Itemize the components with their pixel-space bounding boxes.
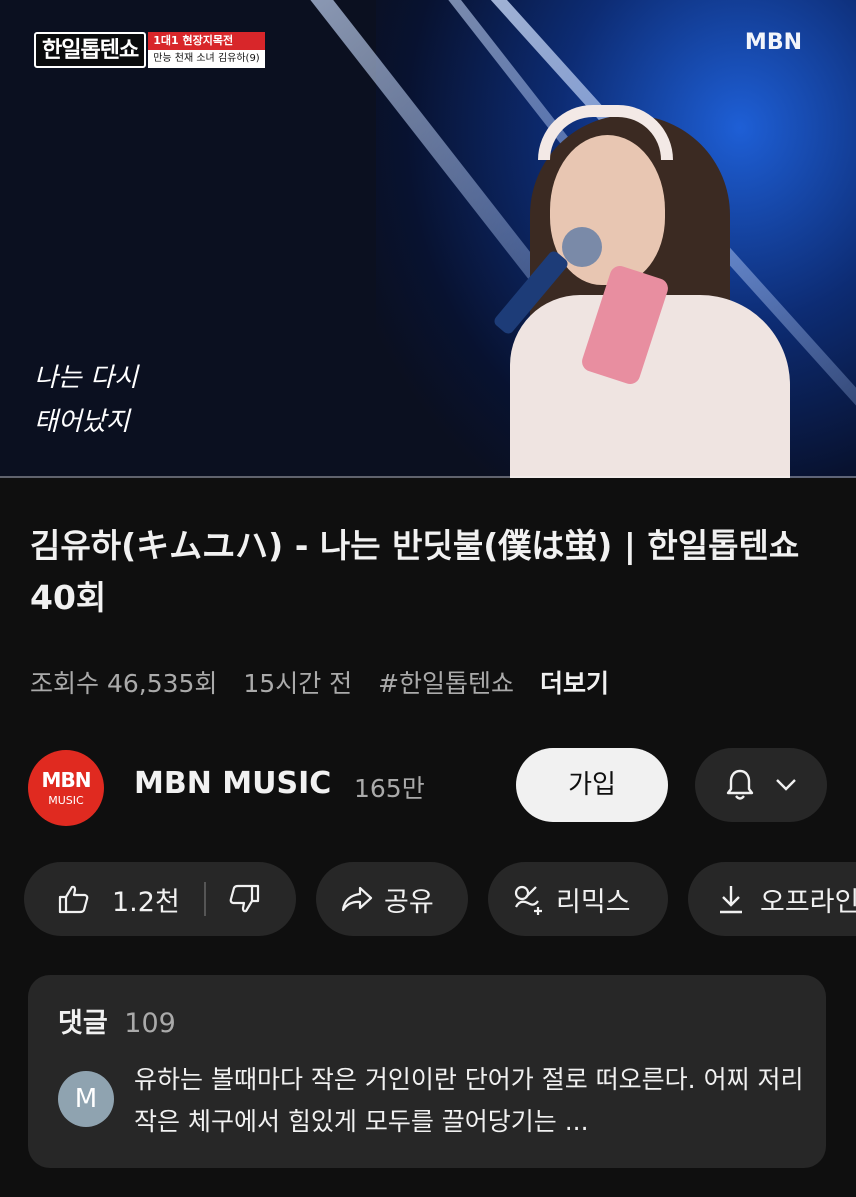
join-button[interactable]: 가입	[516, 748, 668, 822]
like-count[interactable]: 1.2천	[112, 880, 180, 919]
broadcaster-watermark: MBN	[744, 30, 802, 55]
video-meta[interactable]: 조회수 46,535회 15시간 전 #한일톱텐쇼 더보기	[30, 664, 627, 700]
channel-name[interactable]: MBN MUSIC	[134, 766, 331, 801]
subscriber-count: 165만	[354, 774, 425, 803]
share-icon	[341, 886, 373, 912]
offline-button[interactable]: 오프라인	[688, 862, 856, 936]
remix-button[interactable]: 리믹스	[488, 862, 668, 936]
hashtag-link[interactable]: #한일톱텐쇼	[378, 669, 514, 698]
lyric-line: 나는 다시	[34, 363, 138, 393]
divider	[203, 882, 206, 916]
more-button[interactable]: 더보기	[540, 669, 609, 698]
share-button[interactable]: 공유	[316, 862, 468, 936]
notification-button[interactable]	[695, 748, 827, 822]
comments-count: 109	[124, 1008, 176, 1039]
channel-avatar[interactable]: MBN MUSIC	[28, 750, 104, 826]
like-dislike-group: 1.2천	[24, 862, 296, 936]
remix-label: 리믹스	[556, 886, 631, 918]
thumbs-up-icon[interactable]	[58, 884, 90, 914]
download-icon	[720, 886, 742, 914]
thumbs-down-icon[interactable]	[228, 884, 260, 914]
show-logo: 한일톱텐쇼	[34, 32, 147, 68]
commenter-avatar: M	[58, 1071, 114, 1127]
comments-header: 댓글 109	[58, 1001, 176, 1040]
action-bar: 1.2천 공유 리믹스 오프라인	[24, 862, 856, 936]
view-count: 조회수 46,535회	[30, 669, 218, 698]
badge-top: 1대1 현장지목전	[148, 32, 265, 50]
avatar-logo-text: MBN	[41, 768, 92, 792]
lyrics-caption: 나는 다시 태어났지	[34, 356, 138, 444]
lyric-line: 태어났지	[34, 407, 130, 437]
top-comment-text: 유하는 볼때마다 작은 거인이란 단어가 절로 떠오른다. 어찌 저리 작은 체…	[134, 1065, 804, 1136]
show-logo-badge: 한일톱텐쇼 1대1 현장지목전 만능 천재 소녀 김유하(9)	[34, 32, 265, 68]
comments-label: 댓글	[58, 1008, 108, 1039]
upload-time: 15시간 전	[243, 669, 353, 698]
comments-card[interactable]: 댓글 109 M 유하는 볼때마다 작은 거인이란 단어가 절로 떠오른다. 어…	[28, 975, 826, 1168]
remix-icon	[514, 885, 542, 915]
video-title[interactable]: 김유하(キムユハ) - 나는 반딧불(僕は蛍) | 한일톱텐쇼 40회	[30, 520, 830, 624]
singer-figure	[492, 95, 800, 478]
video-player[interactable]: 한일톱텐쇼 1대1 현장지목전 만능 천재 소녀 김유하(9) MBN 나는 다…	[0, 0, 856, 478]
avatar-logo-subtext: MUSIC	[48, 794, 84, 807]
chevron-down-icon	[776, 779, 796, 791]
offline-label: 오프라인	[760, 886, 856, 918]
bell-icon	[726, 769, 754, 800]
badge-bottom: 만능 천재 소녀 김유하(9)	[148, 50, 265, 68]
share-label: 공유	[384, 886, 434, 918]
channel-row: MBN MUSIC MBN MUSIC 165만 가입	[28, 746, 828, 826]
progress-bar[interactable]	[0, 476, 856, 478]
